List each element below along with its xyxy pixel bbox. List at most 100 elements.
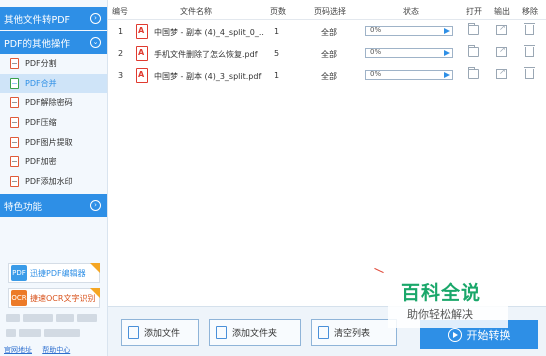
section-pdf-other-ops[interactable]: PDF的其他操作 ⌄ <box>0 31 107 54</box>
trash-icon[interactable] <box>524 45 535 57</box>
add-file-icon <box>128 326 139 339</box>
play-circle-icon <box>447 327 462 342</box>
pdf-file-icon <box>136 46 148 61</box>
promo-label: 捷速OCR文字识别 <box>30 293 96 303</box>
section-other-files-to-pdf[interactable]: 其他文件转PDF › <box>0 7 107 30</box>
progress-text: 0% <box>370 70 382 78</box>
sidebar-item-pdf-compress[interactable]: PDF压缩 <box>0 113 107 133</box>
progress-text: 0% <box>370 48 382 56</box>
page-count: 5 <box>274 49 280 58</box>
chevron-right-icon: › <box>90 200 101 211</box>
col-pages: 页数 <box>270 7 286 16</box>
play-icon[interactable] <box>444 72 450 78</box>
pdf-file-icon <box>10 136 19 148</box>
table-row[interactable]: 2 手机文件删除了怎么恢复.pdf 5 全部 0% <box>108 43 546 67</box>
export-icon[interactable] <box>496 45 507 57</box>
add-folder-label: 添加文件夹 <box>232 329 278 339</box>
page-count: 1 <box>274 71 280 80</box>
col-page-select: 页码选择 <box>314 7 346 16</box>
section-label: 其他文件转PDF <box>4 14 71 26</box>
promo-label: 迅捷PDF编辑器 <box>30 268 86 278</box>
sidebar-item-pdf-watermark[interactable]: PDF添加水印 <box>0 172 107 192</box>
pdf-file-icon <box>10 77 19 89</box>
col-no: 编号 <box>112 7 128 16</box>
annotation-mark <box>374 267 384 274</box>
file-name: 手机文件删除了怎么恢复.pdf <box>154 50 258 59</box>
play-icon[interactable] <box>444 50 450 56</box>
clear-list-icon <box>318 326 329 339</box>
col-filename: 文件名称 <box>180 7 212 16</box>
chevron-right-icon: › <box>90 13 101 24</box>
export-icon[interactable] <box>496 23 507 35</box>
table-row[interactable]: 3 中国梦 - 副本 (4)_3_split.pdf 1 全部 0% <box>108 65 546 89</box>
col-output: 输出 <box>494 7 510 16</box>
section-label: PDF的其他操作 <box>4 38 71 50</box>
official-site-link[interactable]: 官网地址 <box>4 346 32 354</box>
progress-text: 0% <box>370 26 382 34</box>
blurred-info <box>6 329 102 338</box>
pdf-file-icon <box>10 117 19 129</box>
section-label: 特色功能 <box>4 201 43 213</box>
page-select[interactable]: 全部 <box>321 49 337 60</box>
start-convert-label: 开始转换 <box>466 328 511 342</box>
sidebar-item-pdf-split[interactable]: PDF分割 <box>0 54 107 74</box>
progress-bar: 0% <box>365 26 453 36</box>
section-special-features[interactable]: 特色功能 › <box>0 194 107 217</box>
add-file-label: 添加文件 <box>144 329 181 339</box>
chevron-down-icon: ⌄ <box>90 37 101 48</box>
row-number: 3 <box>118 71 124 80</box>
footer-links: 官网地址 帮助中心 <box>4 345 78 355</box>
add-folder-button[interactable]: 添加文件夹 <box>209 319 301 346</box>
trash-icon[interactable] <box>524 67 535 79</box>
folder-open-icon[interactable] <box>468 45 479 57</box>
sidebar-menu: PDF分割 PDF合并 PDF解除密码 PDF压缩 PDF图片提取 PDF加密 … <box>0 54 107 191</box>
promo-pdf-editor[interactable]: PDF 迅捷PDF编辑器 <box>8 263 100 283</box>
pdf-file-icon <box>10 175 19 187</box>
add-file-button[interactable]: 添加文件 <box>121 319 199 346</box>
hot-ribbon-icon <box>90 288 100 298</box>
pdf-file-icon <box>10 156 19 168</box>
pdf-file-icon <box>136 24 148 39</box>
sidebar-item-pdf-merge[interactable]: PDF合并 <box>0 73 107 94</box>
add-folder-icon <box>216 326 227 339</box>
clear-list-button[interactable]: 清空列表 <box>311 319 397 346</box>
sidebar: 其他文件转PDF › PDF的其他操作 ⌄ PDF分割 PDF合并 PDF解除密… <box>0 0 108 356</box>
sidebar-item-pdf-encrypt[interactable]: PDF加密 <box>0 152 107 172</box>
trash-icon[interactable] <box>524 23 535 35</box>
folder-open-icon[interactable] <box>468 23 479 35</box>
progress-bar: 0% <box>365 48 453 58</box>
help-center-link[interactable]: 帮助中心 <box>42 346 70 354</box>
sidebar-item-label: PDF添加水印 <box>25 176 73 186</box>
file-name: 中国梦 - 副本 (4)_3_split.pdf <box>154 72 262 81</box>
export-icon[interactable] <box>496 67 507 79</box>
watermark-subtitle: 助你轻松解决 <box>407 308 473 321</box>
page-select[interactable]: 全部 <box>321 27 337 38</box>
promo-ocr[interactable]: OCR 捷速OCR文字识别 <box>8 288 100 308</box>
page-count: 1 <box>274 27 280 36</box>
page-select[interactable]: 全部 <box>321 71 337 82</box>
watermark-title: 百科全说 <box>401 282 482 304</box>
col-status: 状态 <box>403 7 419 16</box>
table-row[interactable]: 1 中国梦 - 副本 (4)_4_split_0_... 1 全部 0% <box>108 21 546 45</box>
col-remove: 移除 <box>522 7 538 16</box>
sidebar-item-pdf-image-extract[interactable]: PDF图片提取 <box>0 132 107 152</box>
play-icon[interactable] <box>444 28 450 34</box>
sidebar-item-label: PDF加密 <box>25 157 57 167</box>
file-name: 中国梦 - 副本 (4)_4_split_0_... <box>154 28 264 37</box>
clear-list-label: 清空列表 <box>334 329 371 339</box>
progress-bar: 0% <box>365 70 453 80</box>
sidebar-item-label: PDF分割 <box>25 59 57 69</box>
sidebar-item-pdf-unlock[interactable]: PDF解除密码 <box>0 93 107 113</box>
blurred-info <box>6 314 102 323</box>
row-number: 2 <box>118 49 124 58</box>
folder-open-icon[interactable] <box>468 67 479 79</box>
pdf-file-icon <box>10 58 19 70</box>
pdf-file-icon <box>10 97 19 109</box>
watermark: 百科全说 助你轻松解决 <box>388 276 508 328</box>
sidebar-item-label: PDF解除密码 <box>25 98 73 108</box>
pdf-editor-logo-icon: PDF <box>11 265 27 281</box>
col-open: 打开 <box>466 7 482 16</box>
pdf-file-icon <box>136 68 148 83</box>
ocr-logo-icon: OCR <box>11 290 27 306</box>
sidebar-item-label: PDF图片提取 <box>25 137 73 147</box>
